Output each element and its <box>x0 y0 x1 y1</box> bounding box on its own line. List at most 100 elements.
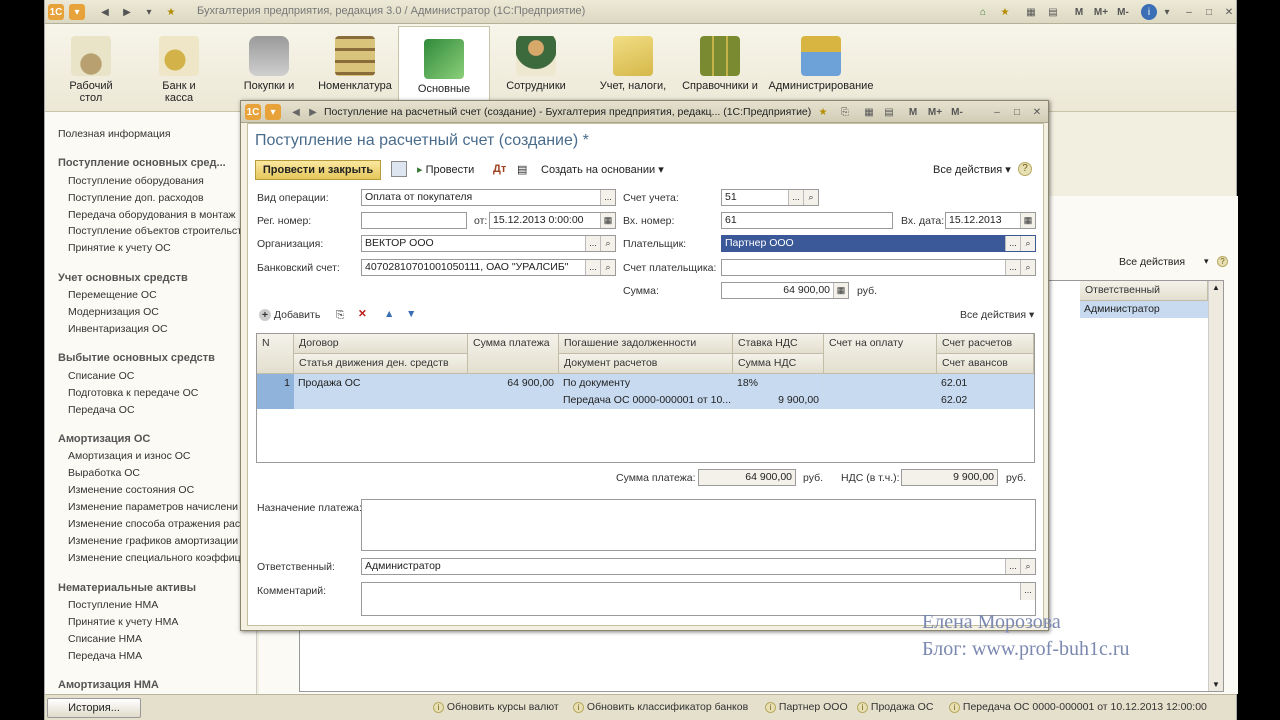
column-header[interactable]: Сумма платежа <box>468 334 559 374</box>
nav-item[interactable]: Изменение специального коэффиц <box>68 552 241 564</box>
bank-account-field[interactable]: 40702810701001050111, ОАО "УРАЛСИБ"... ⌕ <box>361 259 616 276</box>
app-logo-icon[interactable]: 1С <box>245 104 261 120</box>
all-actions-button[interactable]: Все действия ▾ <box>933 163 1011 176</box>
sum-field[interactable]: 64 900,00 ▦ <box>721 282 849 299</box>
section-accounting-taxes[interactable]: Учет, налоги, <box>588 24 678 112</box>
calc-icon[interactable]: ▦ <box>833 283 848 298</box>
date-field[interactable]: 15.12.2013 0:00:00 ▦ <box>489 212 616 229</box>
search-icon[interactable]: ⌕ <box>600 236 615 251</box>
payer-field[interactable]: Партнер ООО... ⌕ <box>721 235 1036 252</box>
choose-button[interactable]: ... <box>585 260 600 275</box>
cell-invoice[interactable] <box>824 375 937 392</box>
column-header[interactable]: Сумма НДС <box>733 354 824 374</box>
section-administration[interactable]: Администрирование <box>768 24 874 112</box>
info-icon[interactable]: i <box>1141 4 1157 20</box>
status-item[interactable]: i Передача ОС 0000-000001 от 10.12.2013 … <box>949 701 1219 713</box>
section-bank[interactable]: Банк и касса <box>140 24 218 112</box>
incoming-number-field[interactable]: 61 <box>721 212 893 229</box>
cell-number[interactable]: 1 <box>257 375 294 392</box>
close-icon[interactable]: ✕ <box>1029 104 1045 120</box>
forward-arrow-icon[interactable]: ▶ <box>305 104 321 120</box>
nav-item[interactable]: Инвентаризация ОС <box>68 323 168 335</box>
column-header[interactable]: Документ расчетов <box>559 354 733 374</box>
grid-all-actions-button[interactable]: Все действия ▾ <box>960 309 1034 321</box>
home-icon[interactable]: ⌂ <box>975 4 991 20</box>
copy-row-icon[interactable]: ⎘ <box>336 309 344 322</box>
search-icon[interactable]: ⌕ <box>600 260 615 275</box>
search-icon[interactable]: ⌕ <box>1020 260 1035 275</box>
calendar-icon[interactable]: ▦ <box>1020 213 1035 228</box>
section-purchases[interactable]: Покупки и <box>230 24 308 112</box>
delete-row-icon[interactable]: ✕ <box>358 308 367 320</box>
memory-minus-icon[interactable]: M- <box>1113 4 1133 20</box>
save-icon[interactable] <box>391 161 407 177</box>
column-header[interactable]: Погашение задолженности <box>559 334 733 354</box>
organization-field[interactable]: ВЕКТОР ООО... ⌕ <box>361 235 616 252</box>
help-icon[interactable]: ? <box>1018 162 1032 176</box>
link-icon[interactable]: ⎘ <box>837 104 853 120</box>
info-dropdown-icon[interactable]: ▾ <box>1159 4 1175 20</box>
scroll-down-icon[interactable]: ▼ <box>1212 680 1220 689</box>
close-icon[interactable]: ✕ <box>1221 4 1237 20</box>
minimize-icon[interactable]: – <box>1181 4 1197 20</box>
nav-item[interactable]: Передача ОС <box>68 404 135 416</box>
section-nomenclature[interactable]: Номенклатура <box>316 24 394 112</box>
incoming-date-field[interactable]: 15.12.2013 ▦ <box>945 212 1036 229</box>
nav-item[interactable]: Поступление оборудования <box>68 175 204 187</box>
nav-item[interactable]: Изменение состояния ОС <box>68 484 194 496</box>
menu-dropdown-icon[interactable]: ▾ <box>265 104 281 120</box>
dt-kt-icon[interactable]: Дт <box>493 163 506 175</box>
memory-m-icon[interactable]: M <box>1071 4 1087 20</box>
column-header[interactable]: Ставка НДС <box>733 334 824 354</box>
purpose-textarea[interactable] <box>361 499 1036 551</box>
choose-button[interactable]: ... <box>585 236 600 251</box>
calc-icon[interactable]: ▤ <box>1045 4 1061 20</box>
reg-number-field[interactable] <box>361 212 467 229</box>
cell-advance-account[interactable]: 62.02 <box>937 392 1034 409</box>
nav-item[interactable]: Выработка ОС <box>68 467 140 479</box>
maximize-icon[interactable]: □ <box>1009 104 1025 120</box>
back-arrow-icon[interactable]: ◀ <box>97 4 113 20</box>
choose-button[interactable]: ... <box>1020 583 1035 600</box>
column-header[interactable]: Счет авансов <box>937 354 1034 374</box>
calendar-icon[interactable]: ▦ <box>1023 4 1039 20</box>
maximize-icon[interactable]: □ <box>1201 4 1217 20</box>
minimize-icon[interactable]: – <box>989 104 1005 120</box>
account-field[interactable]: 51... ⌕ <box>721 189 819 206</box>
calendar-icon[interactable]: ▦ <box>600 213 615 228</box>
move-down-icon[interactable]: ▼ <box>406 308 416 320</box>
search-icon[interactable]: ⌕ <box>1020 559 1035 574</box>
payer-account-field[interactable]: ... ⌕ <box>721 259 1036 276</box>
post-button[interactable]: ▸ Провести <box>417 163 474 176</box>
section-directories[interactable]: Справочники и <box>675 24 765 112</box>
cell-payment-sum[interactable]: 64 900,00 <box>468 375 559 392</box>
section-desktop[interactable]: Рабочий стол <box>52 24 130 112</box>
menu-dropdown-icon[interactable]: ▾ <box>69 4 85 20</box>
nav-item[interactable]: Передача НМА <box>68 650 142 662</box>
payment-table[interactable]: N Договор Сумма платежа Погашение задолж… <box>256 333 1035 463</box>
scroll-up-icon[interactable]: ▲ <box>1212 283 1220 292</box>
status-item[interactable]: i Обновить классификатор банков <box>573 701 748 713</box>
nav-item[interactable]: Принятие к учету НМА <box>68 616 178 628</box>
nav-item[interactable]: Изменение способа отражения рас <box>68 518 240 530</box>
forward-arrow-icon[interactable]: ▶ <box>119 4 135 20</box>
status-item[interactable]: i Продажа ОС <box>857 701 933 713</box>
nav-item[interactable]: Списание ОС <box>68 370 134 382</box>
choose-button[interactable]: ... <box>788 190 803 205</box>
column-header[interactable]: Статья движения ден. средств <box>294 354 468 374</box>
calc-icon[interactable]: ▤ <box>881 104 897 120</box>
nav-item[interactable]: Подготовка к передаче ОС <box>68 387 198 399</box>
cell-vat-rate[interactable]: 18% <box>733 375 824 392</box>
cell-settlement-account[interactable]: 62.01 <box>937 375 1034 392</box>
history-button[interactable]: История... <box>47 698 141 718</box>
list-row-responsible[interactable]: Администратор <box>1080 301 1208 318</box>
choose-button[interactable]: ... <box>1005 559 1020 574</box>
status-item[interactable]: i Партнер ООО <box>765 701 848 713</box>
status-item[interactable]: i Обновить курсы валют <box>433 701 559 713</box>
help-icon[interactable]: ? <box>1217 255 1228 267</box>
print-icon[interactable]: ▤ <box>517 163 527 176</box>
nav-item[interactable]: Принятие к учету ОС <box>68 242 171 254</box>
search-icon[interactable]: ⌕ <box>803 190 818 205</box>
back-arrow-icon[interactable]: ◀ <box>288 104 304 120</box>
table-row[interactable]: 1 Продажа ОС 64 900,00 По документу 18% … <box>257 374 1034 409</box>
